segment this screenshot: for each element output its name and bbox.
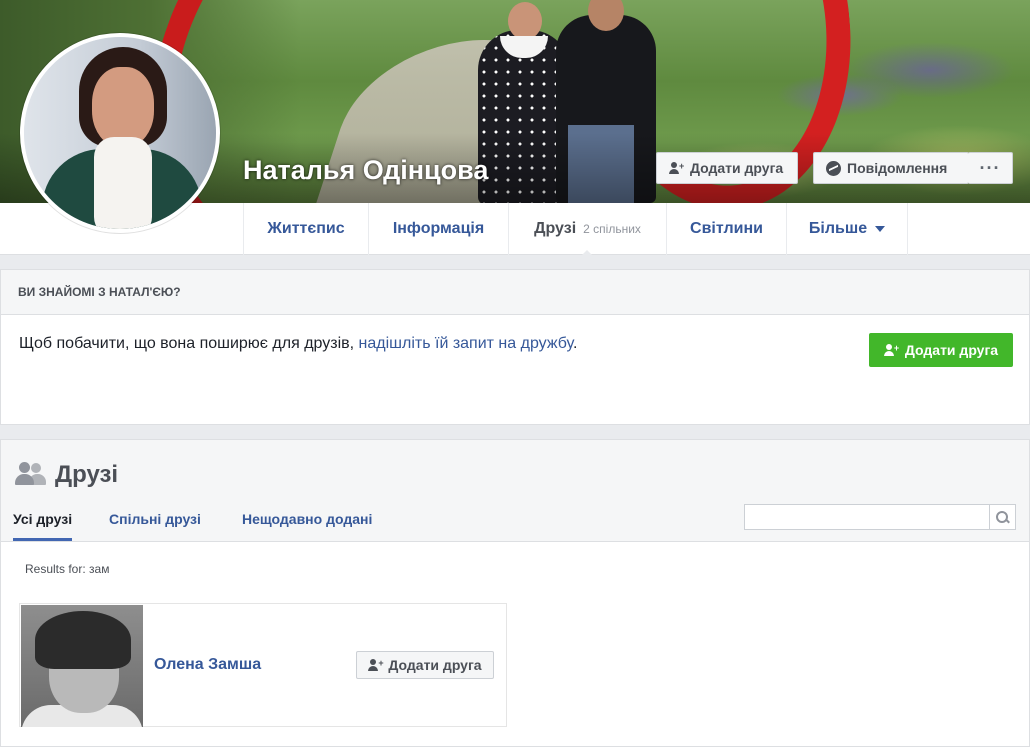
friend-photo[interactable] — [21, 605, 143, 727]
tab-mutual-friends[interactable]: Спільні друзі — [109, 511, 201, 527]
tab-timeline-label: Життєпис — [267, 220, 345, 237]
friends-header: Друзі Усі друзі Спільні друзі Нещодавно … — [1, 440, 1029, 542]
add-friend-button[interactable]: + Додати друга — [656, 152, 798, 184]
more-dots-icon: ··· — [979, 158, 1001, 178]
tab-friends[interactable]: Друзі 2 спільних — [508, 203, 666, 255]
tab-photos[interactable]: Світлини — [666, 203, 786, 255]
cover-person-woman-head — [508, 2, 542, 40]
profile-page: Наталья Одінцова + Додати друга Повідомл… — [0, 0, 1030, 747]
avatar-scarf — [94, 137, 152, 229]
results-label: Results for: зам — [25, 562, 110, 576]
message-button[interactable]: Повідомлення — [813, 152, 969, 184]
add-user-icon: + — [368, 659, 384, 671]
add-friend-green-button[interactable]: + Додати друга — [869, 333, 1013, 367]
do-you-know-text: Щоб побачити, що вона поширює для друзів… — [19, 335, 577, 353]
tab-friends-label: Друзі — [534, 220, 577, 237]
message-label: Повідомлення — [847, 160, 948, 176]
do-you-know-panel: ВИ ЗНАЙОМІ З НАТАЛ'ЄЮ? Щоб побачити, що … — [0, 269, 1030, 425]
do-you-know-heading: ВИ ЗНАЙОМІ З НАТАЛ'ЄЮ? — [1, 270, 1029, 315]
friends-panel: Друзі Усі друзі Спільні друзі Нещодавно … — [0, 439, 1030, 747]
tab-photos-label: Світлини — [690, 220, 763, 237]
friends-title[interactable]: Друзі — [55, 461, 118, 489]
caret-down-icon — [875, 226, 886, 232]
friend-add-button[interactable]: + Додати друга — [356, 651, 494, 679]
add-friend-label: Додати друга — [690, 160, 784, 176]
do-you-know-text-start: Щоб побачити, що вона поширює для друзів… — [19, 335, 359, 352]
cover-person-man-head — [588, 0, 624, 31]
friend-photo-hair — [35, 611, 131, 669]
add-user-icon: + — [883, 344, 899, 356]
search-button[interactable] — [989, 505, 1015, 529]
tab-recently-added[interactable]: Нещодавно додані — [242, 511, 372, 527]
friend-card: Олена Замша + Додати друга — [19, 603, 507, 727]
friends-search — [744, 504, 1016, 530]
friends-icon — [15, 462, 47, 486]
add-user-icon: + — [669, 162, 684, 174]
friend-name[interactable]: Олена Замша — [154, 656, 261, 674]
tab-timeline[interactable]: Життєпис — [243, 203, 368, 255]
friend-add-label: Додати друга — [388, 657, 482, 673]
avatar-face — [92, 67, 154, 147]
more-options-button[interactable]: ··· — [968, 152, 1013, 184]
tab-more[interactable]: Більше — [786, 203, 908, 255]
do-you-know-text-end: . — [572, 335, 578, 352]
messenger-icon — [826, 160, 841, 176]
tab-about-label: Інформація — [392, 220, 485, 237]
tab-more-label: Більше — [808, 220, 868, 237]
search-icon — [996, 510, 1009, 524]
profile-name[interactable]: Наталья Одінцова — [243, 155, 488, 186]
friends-search-input[interactable] — [745, 505, 989, 529]
send-request-link[interactable]: надішліть їй запит на дружбу — [359, 335, 573, 352]
tab-about[interactable]: Інформація — [368, 203, 508, 255]
add-friend-green-label: Додати друга — [904, 342, 999, 358]
profile-avatar[interactable] — [20, 33, 220, 233]
tab-all-friends[interactable]: Усі друзі — [13, 511, 73, 541]
mutual-count: 2 спільних — [583, 222, 641, 236]
cover-person-woman-collar — [500, 36, 548, 58]
